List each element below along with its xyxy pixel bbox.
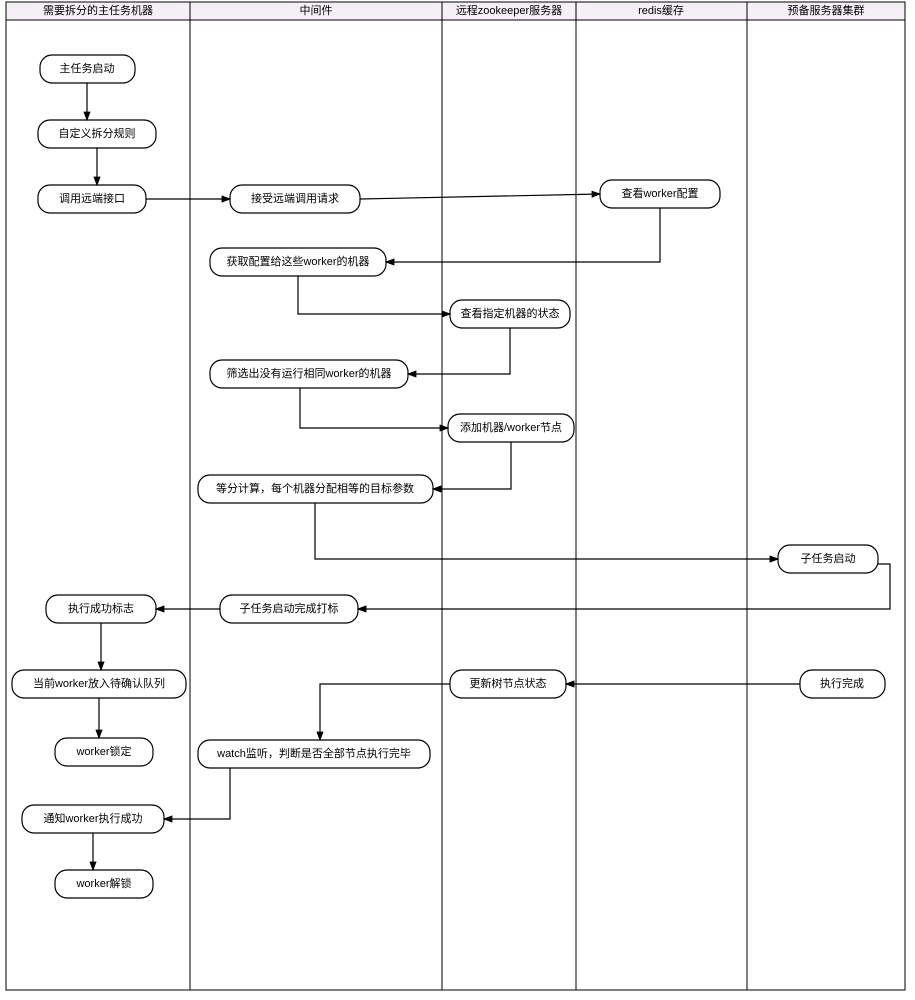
activity-label: watch监听，判断是否全部节点执行完毕 bbox=[216, 746, 411, 760]
activity-label: 自定义拆分规则 bbox=[59, 126, 136, 140]
lane-title-2: 中间件 bbox=[300, 4, 333, 17]
activity-label: 等分计算，每个机器分配相等的目标参数 bbox=[216, 481, 414, 495]
swimlane-diagram: 需要拆分的主任务机器 中间件 远程zookeeper服务器 redis缓存 预备… bbox=[0, 0, 915, 1000]
activity-label: 更新树节点状态 bbox=[470, 676, 547, 690]
activity-label: 通知worker执行成功 bbox=[43, 811, 142, 825]
activity-label: worker锁定 bbox=[75, 744, 131, 758]
lane-body-5 bbox=[747, 20, 905, 990]
lane-body-4 bbox=[576, 20, 747, 990]
activity-label: 获取配置给这些worker的机器 bbox=[226, 254, 369, 268]
activity-label: worker解锁 bbox=[75, 876, 131, 890]
lane-title-1: 需要拆分的主任务机器 bbox=[43, 3, 153, 17]
lane-body-1 bbox=[6, 20, 190, 990]
lane-body-3 bbox=[442, 20, 576, 990]
activity-label: 执行完成 bbox=[820, 676, 864, 690]
lane-body-2 bbox=[190, 20, 442, 990]
lane-title-3: 远程zookeeper服务器 bbox=[456, 4, 562, 17]
activity-label: 当前worker放入待确认队列 bbox=[33, 676, 165, 690]
activity-label: 子任务启动 bbox=[801, 552, 856, 565]
lane-title-4: redis缓存 bbox=[638, 3, 684, 17]
activity-label: 调用远端接口 bbox=[59, 192, 125, 205]
activity-label: 查看worker配置 bbox=[621, 186, 698, 200]
lane-title-5: 预备服务器集群 bbox=[788, 3, 865, 17]
activity-label: 主任务启动 bbox=[60, 62, 115, 75]
activity-label: 子任务启动完成打标 bbox=[240, 601, 339, 615]
activity-label: 筛选出没有运行相同worker的机器 bbox=[226, 366, 391, 380]
activity-label: 查看指定机器的状态 bbox=[461, 306, 560, 320]
activity-label: 添加机器/worker节点 bbox=[460, 420, 562, 434]
activity-label: 执行成功标志 bbox=[68, 601, 134, 615]
activity-label: 接受远端调用请求 bbox=[251, 192, 339, 205]
